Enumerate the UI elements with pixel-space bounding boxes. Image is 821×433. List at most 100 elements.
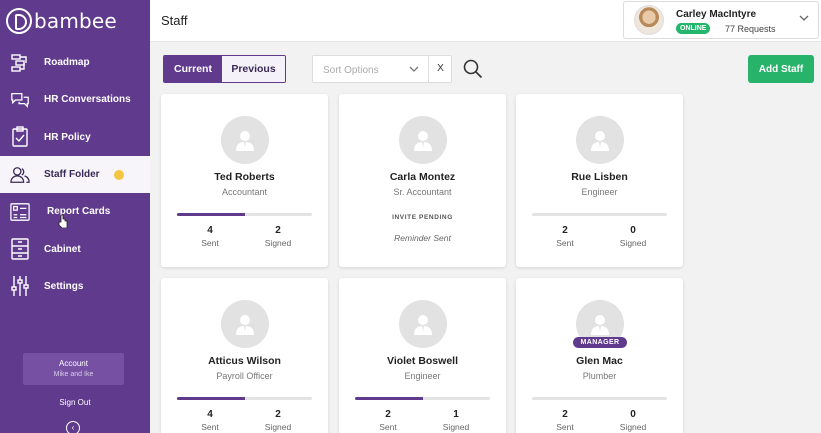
sent-count: 2 (562, 225, 568, 236)
staff-title: Accountant (221, 187, 268, 197)
search-icon[interactable] (463, 59, 483, 79)
sent-stat: 2 Sent (535, 225, 595, 248)
staff-name: Atticus Wilson (208, 355, 281, 367)
avatar-placeholder-icon (221, 300, 269, 348)
header: Staff Carley MacIntyre ONLINE 77 Request… (150, 0, 821, 42)
progress-bar (532, 397, 667, 400)
avatar-placeholder-icon (399, 300, 447, 348)
report-card-icon (10, 202, 30, 222)
staff-icon (10, 165, 30, 185)
sidebar-item-label: Cabinet (44, 243, 81, 255)
signed-count: 1 (453, 409, 459, 420)
sidebar-item-hr-conversations[interactable]: HR Conversations (0, 81, 150, 118)
avatar-placeholder-icon (221, 116, 269, 164)
logo-text: bambee (34, 9, 117, 33)
staff-title: Sr. Accountant (393, 187, 452, 197)
progress-bar (177, 213, 312, 216)
chat-icon (10, 90, 30, 110)
sidebar-item-hr-policy[interactable]: HR Policy (0, 119, 150, 156)
collapse-sidebar-icon[interactable]: ‹ (66, 421, 80, 433)
sent-label: Sent (201, 238, 219, 248)
staff-title: Engineer (404, 371, 441, 381)
sent-label: Sent (556, 238, 574, 248)
sent-stat: 4 Sent (180, 225, 240, 248)
page-title: Staff (161, 13, 188, 28)
signed-count: 0 (630, 409, 636, 420)
staff-card[interactable]: MANAGER Glen Mac Plumber 2 Sent 0 Signed (516, 278, 683, 433)
signed-label: Signed (619, 238, 647, 248)
reminder-sent-label: Reminder Sent (394, 233, 451, 243)
staff-title: Plumber (582, 371, 617, 381)
sent-stat: 4 Sent (180, 409, 240, 432)
signed-stat: 2 Signed (248, 409, 308, 432)
clear-sort-button[interactable]: X (428, 56, 452, 82)
user-name: Carley MacIntyre (676, 9, 757, 20)
account-button[interactable]: Account Mike and Ike (23, 353, 124, 385)
sent-count: 4 (207, 225, 213, 236)
staff-card[interactable]: Ted Roberts Accountant 4 Sent 2 Signed (161, 94, 328, 267)
staff-name: Carla Montez (389, 171, 456, 183)
sign-out-link[interactable]: Sign Out (0, 398, 150, 407)
chevron-down-icon (409, 66, 419, 72)
tab-previous[interactable]: Previous (222, 56, 285, 82)
tab-current[interactable]: Current (164, 56, 222, 82)
avatar (634, 5, 664, 35)
progress-fill (177, 213, 245, 216)
sent-label: Sent (556, 422, 574, 432)
signed-label: Signed (619, 422, 647, 432)
account-name: Mike and Ike (53, 371, 94, 378)
sent-stat: 2 Sent (535, 409, 595, 432)
staff-name: Ted Roberts (214, 171, 275, 183)
signed-label: Signed (264, 422, 292, 432)
sidebar-item-settings[interactable]: Settings (0, 268, 150, 305)
progress-fill (355, 397, 423, 400)
manager-badge: MANAGER (573, 337, 627, 348)
sent-count: 2 (385, 409, 391, 420)
staff-card[interactable]: Rue Lisben Engineer 2 Sent 0 Signed (516, 94, 683, 267)
requests-count: 77 Requests (725, 24, 776, 34)
sidebar-item-label: HR Conversations (44, 94, 131, 106)
staff-card[interactable]: Carla Montez Sr. Accountant INVITE PENDI… (339, 94, 506, 267)
signed-stat: 0 Signed (603, 409, 663, 432)
progress-bar (532, 213, 667, 216)
signed-label: Signed (264, 238, 292, 248)
sidebar-item-staff-folder[interactable]: Staff Folder (0, 155, 150, 194)
sort-placeholder: Sort Options (323, 65, 379, 76)
sidebar: bambee Roadmap HR Conversations HR Polic… (0, 0, 150, 433)
notification-dot (114, 169, 124, 180)
staff-name: Glen Mac (576, 355, 623, 367)
signed-count: 2 (275, 409, 281, 420)
signed-stat: 2 Signed (248, 225, 308, 248)
sent-stat: 2 Sent (358, 409, 418, 432)
sent-label: Sent (201, 422, 219, 432)
invite-pending-label: INVITE PENDING (392, 214, 453, 221)
bambee-logo[interactable]: bambee (6, 8, 117, 34)
progress-fill (177, 397, 245, 400)
staff-card[interactable]: Atticus Wilson Payroll Officer 4 Sent 2 Si… (161, 278, 328, 433)
sidebar-item-label: Staff Folder (44, 169, 100, 181)
signed-stat: 0 Signed (603, 225, 663, 248)
user-menu[interactable]: Carley MacIntyre ONLINE 77 Requests (623, 1, 819, 39)
add-staff-button[interactable]: Add Staff (748, 55, 814, 83)
sidebar-nav: Roadmap HR Conversations HR Policy Staff… (0, 44, 150, 305)
chevron-down-icon (799, 15, 809, 21)
sidebar-item-roadmap[interactable]: Roadmap (0, 44, 150, 81)
sliders-icon (10, 276, 30, 297)
staff-title: Payroll Officer (216, 371, 273, 381)
roadmap-icon (10, 53, 30, 73)
staff-title: Engineer (581, 187, 618, 197)
sidebar-item-label: Report Cards (47, 206, 111, 218)
sort-select[interactable]: Sort Options X (312, 55, 452, 83)
staff-filter-tabs: Current Previous (163, 55, 286, 83)
sidebar-item-label: HR Policy (44, 131, 91, 143)
sidebar-item-label: Roadmap (44, 57, 90, 69)
sidebar-item-cabinet[interactable]: Cabinet (0, 230, 150, 267)
avatar-placeholder-icon (399, 116, 447, 164)
hand-cursor-icon (58, 214, 68, 228)
staff-name: Violet Boswell (387, 355, 458, 367)
sent-count: 4 (207, 409, 213, 420)
staff-name: Rue Lisben (571, 171, 628, 183)
staff-card[interactable]: Violet Boswell Engineer 2 Sent 1 Signed (339, 278, 506, 433)
progress-bar (177, 397, 312, 400)
sidebar-item-report-cards[interactable]: Report Cards (0, 193, 150, 230)
